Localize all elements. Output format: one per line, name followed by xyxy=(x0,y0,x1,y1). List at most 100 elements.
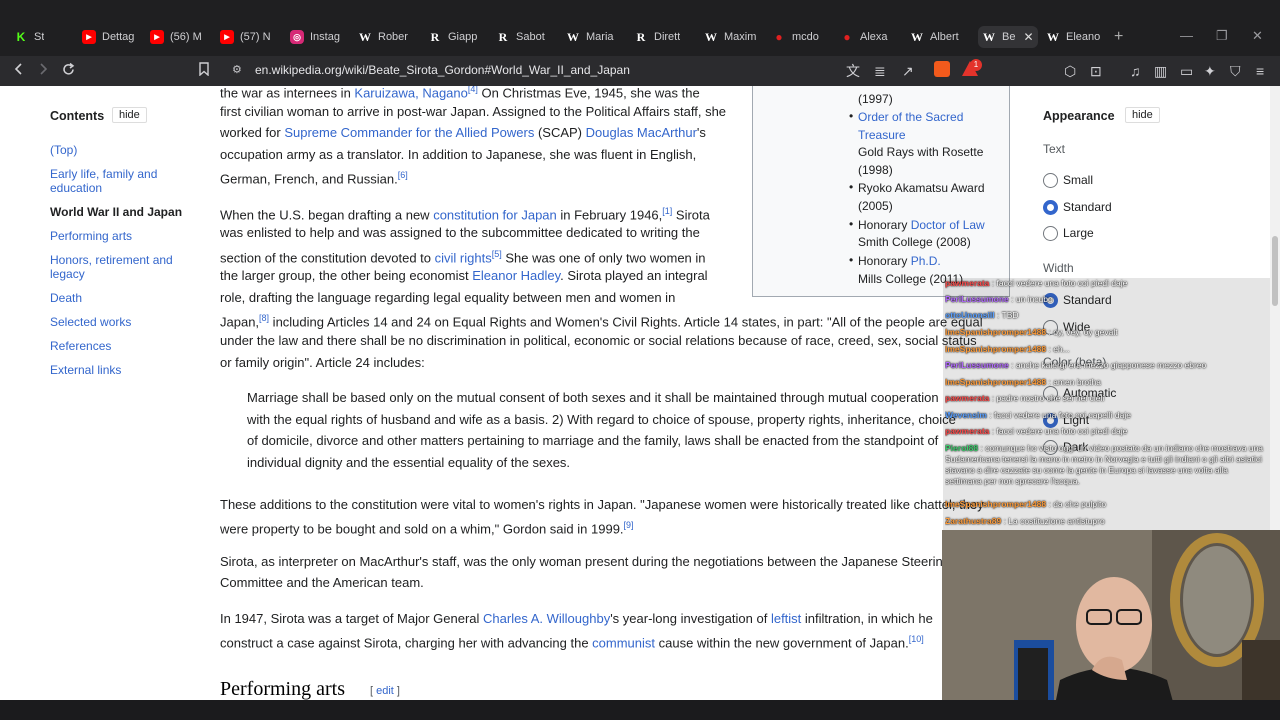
chat-text: : comunque ho visto oggi un video postat… xyxy=(945,443,1264,486)
browser-tab[interactable]: ▶ Dettag xyxy=(82,26,134,48)
chat-text: : anche kalergi era mezzo giapponese mez… xyxy=(1008,360,1207,370)
window-close-icon[interactable]: ✕ xyxy=(1252,28,1263,44)
browser-tab[interactable]: R Giapp xyxy=(428,26,478,48)
share-icon[interactable]: ↗ xyxy=(902,62,914,80)
browser-tab[interactable]: ● mcdo xyxy=(772,26,819,48)
toc-item-external-links[interactable]: External links xyxy=(50,363,185,377)
restore-icon[interactable]: ❐ xyxy=(1216,28,1228,44)
toc-item-early-life[interactable]: Early life, family and education xyxy=(50,167,185,195)
browser-tab[interactable]: ◎ Instag xyxy=(290,26,340,48)
reader-mode-icon[interactable]: ≣ xyxy=(874,62,886,80)
toc-item-selected-works[interactable]: Selected works xyxy=(50,315,185,329)
browser-tab[interactable]: W Maria xyxy=(566,26,614,48)
chat-username: pawmerata xyxy=(945,393,990,403)
browser-tab[interactable]: W Maxim xyxy=(704,26,756,48)
toc-item-top[interactable]: (Top) xyxy=(50,143,185,157)
vpn-icon[interactable]: ⛉ xyxy=(1230,62,1241,80)
browser-tab[interactable]: R Sabot xyxy=(496,26,545,48)
ref-9[interactable]: [9] xyxy=(624,520,634,530)
toc-item-honors[interactable]: Honors, retirement and legacy xyxy=(50,253,185,281)
appearance-hide-button[interactable]: hide xyxy=(1125,107,1160,123)
leftist-link[interactable]: leftist xyxy=(771,611,801,626)
wikipedia-icon: W xyxy=(1047,29,1059,44)
infobox-smith: Smith College (2008) xyxy=(858,235,971,249)
chat-message: ImeSpanishpromper1488 : oy, vey, oy geva… xyxy=(945,327,1267,338)
eleanor-hadley-link[interactable]: Eleanor Hadley xyxy=(472,268,560,283)
ref-5[interactable]: [5] xyxy=(492,249,502,259)
radio-label: Small xyxy=(1063,173,1094,187)
site-settings-icon[interactable]: ⚙ xyxy=(232,60,242,80)
browser-tab[interactable]: R Dirett xyxy=(634,26,681,48)
paragraph-line: worked for Supreme Commander for the All… xyxy=(220,125,706,140)
bullet-icon: • xyxy=(849,180,854,194)
scrollbar-thumb[interactable] xyxy=(1272,236,1278,306)
chat-message: pawmerata : facci vedere una foto coi pi… xyxy=(945,426,1267,437)
browser-tab[interactable]: ▶ (56) M xyxy=(150,26,202,48)
toc-item-death[interactable]: Death xyxy=(50,291,185,305)
forward-icon[interactable] xyxy=(36,62,50,80)
browser-tab[interactable]: ▶ (57) N xyxy=(220,26,271,48)
brave-shields-icon[interactable] xyxy=(934,61,950,77)
browser-tab[interactable]: W Rober xyxy=(358,26,408,48)
radio-text-large[interactable] xyxy=(1043,226,1058,241)
section-edit-link[interactable]: [ edit ] xyxy=(370,685,400,697)
phd-link[interactable]: Ph.D. xyxy=(911,254,941,268)
r-icon: R xyxy=(636,29,646,44)
toc-title: Contents xyxy=(50,109,105,123)
toc-item-references[interactable]: References xyxy=(50,339,185,353)
tab-label: Albert xyxy=(930,31,959,43)
minimize-icon[interactable]: — xyxy=(1180,28,1193,43)
paragraph-line: occupation army as a translator. In addi… xyxy=(220,147,697,162)
communist-link[interactable]: communist xyxy=(592,635,655,650)
back-icon[interactable] xyxy=(12,62,26,80)
browser-tab[interactable]: W Be ✕ xyxy=(978,26,1038,48)
radio-text-small[interactable] xyxy=(1043,173,1058,188)
chat-message: ImeSpanishpromper1488 : da che pulpito xyxy=(945,499,1267,510)
order-sacred-treasure-link[interactable]: Order of the Sacred Treasure xyxy=(858,109,998,144)
toc-item-world-war-ii[interactable]: World War II and Japan xyxy=(50,205,185,219)
browser-tab[interactable]: K St xyxy=(14,26,45,48)
paragraph-line: role, drafting the language regarding le… xyxy=(220,290,676,305)
constitution-link[interactable]: constitution for Japan xyxy=(433,207,557,222)
ref-6[interactable]: [6] xyxy=(398,170,408,180)
blockquote-line: individual dignity and the essential equ… xyxy=(247,455,571,470)
toc-hide-button[interactable]: hide xyxy=(112,107,147,123)
tab-label: St xyxy=(34,31,45,43)
karuizawa-link[interactable]: Karuizawa, Nagano xyxy=(354,86,467,100)
chat-text: : un incubo xyxy=(1008,294,1053,304)
civil-rights-link[interactable]: civil rights xyxy=(435,250,492,265)
radio-label: Large xyxy=(1063,226,1094,240)
ref-1[interactable]: [1] xyxy=(662,206,672,216)
extensions-icon[interactable]: ⬡ xyxy=(1064,62,1076,80)
wallet-icon[interactable]: ▭ xyxy=(1180,62,1193,80)
new-tab-icon[interactable]: + xyxy=(1114,28,1123,46)
macarthur-link[interactable]: Douglas MacArthur xyxy=(586,125,697,140)
scap-link[interactable]: Supreme Commander for the Allied Powers xyxy=(284,125,534,140)
infobox-gold-rays: Gold Rays with Rosette (1998) xyxy=(858,145,984,177)
menu-icon[interactable]: ≡ xyxy=(1256,62,1264,80)
translate-icon[interactable]: 文 xyxy=(846,62,860,80)
chat-message: Wevensim : facci vedere una foto coi cap… xyxy=(945,410,1267,421)
media-icon[interactable]: ♫ xyxy=(1130,62,1141,80)
ref-4[interactable]: [4] xyxy=(468,86,478,94)
willoughby-link[interactable]: Charles A. Willoughby xyxy=(483,611,610,626)
tab-close-icon[interactable]: ✕ xyxy=(1023,30,1033,44)
reload-icon[interactable] xyxy=(61,62,76,81)
browser-tab[interactable]: ● Alexa xyxy=(840,26,887,48)
ref-8[interactable]: [8] xyxy=(259,313,269,323)
bookmark-icon[interactable] xyxy=(198,62,210,80)
tab-label: Eleano xyxy=(1066,31,1101,43)
radio-text-standard[interactable] xyxy=(1043,200,1058,215)
paragraph-line: These additions to the constitution were… xyxy=(220,497,984,512)
toc-item-performing-arts[interactable]: Performing arts xyxy=(50,229,185,243)
paragraph-line: German, French, and Russian.[6] xyxy=(220,170,408,187)
leo-icon[interactable]: ✦ xyxy=(1204,62,1216,80)
chat-message: Zarathustra89 : La costituzione antistup… xyxy=(945,516,1267,527)
doctor-of-law-link[interactable]: Doctor of Law xyxy=(911,218,985,232)
infobox-ryoko: Ryoko Akamatsu Award (2005) xyxy=(858,181,985,213)
browser-tab[interactable]: W Albert xyxy=(910,26,959,48)
ref-10[interactable]: [10] xyxy=(909,634,924,644)
sidebar-icon[interactable]: ▥ xyxy=(1154,62,1167,80)
browser-tab[interactable]: W Eleano xyxy=(1046,26,1100,48)
screenshot-icon[interactable]: ⊡ xyxy=(1090,62,1102,80)
